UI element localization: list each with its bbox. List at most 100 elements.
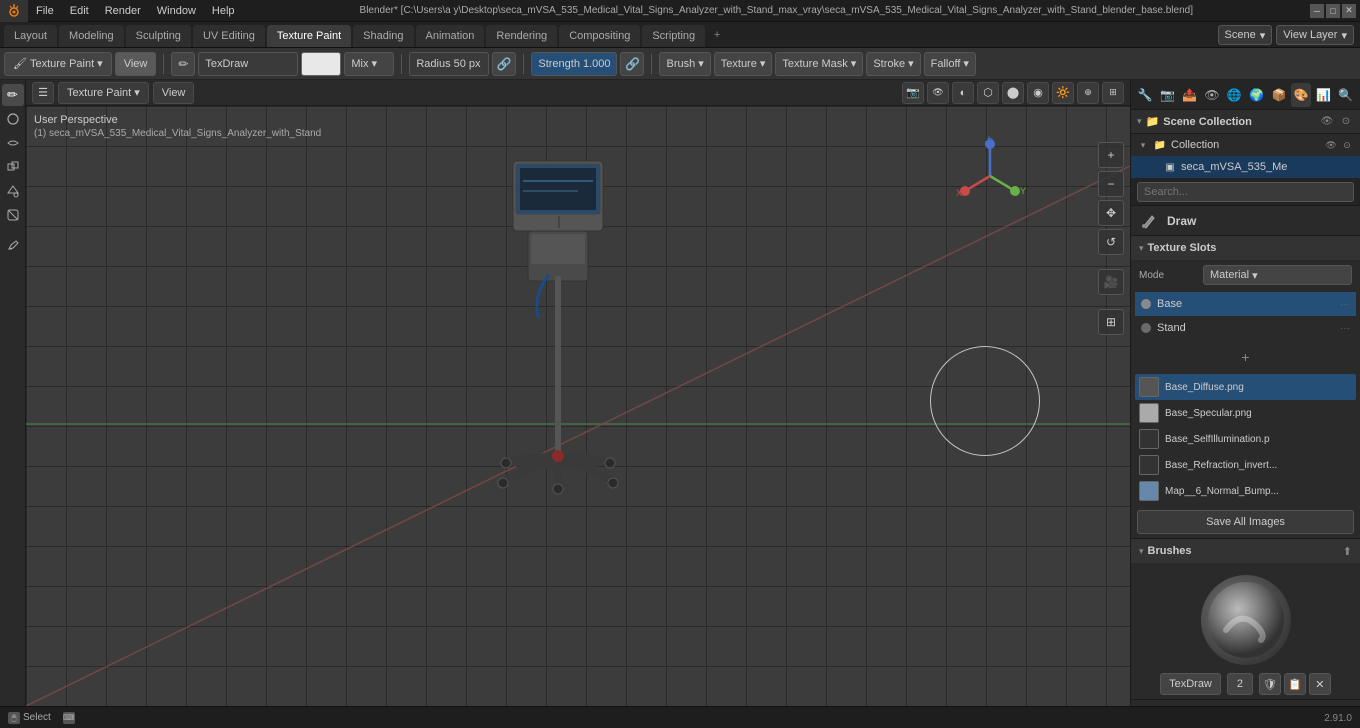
- rp-search-icon[interactable]: 🔍: [1336, 83, 1356, 107]
- menu-render[interactable]: Render: [97, 0, 149, 22]
- strength-lock-icon[interactable]: 🔗: [620, 52, 644, 76]
- rp-output-icon[interactable]: 📤: [1180, 83, 1200, 107]
- tab-sculpting[interactable]: Sculpting: [126, 25, 191, 47]
- viewport-material-icon[interactable]: ◉: [1027, 82, 1049, 104]
- brush-copy-icon[interactable]: 📋: [1284, 673, 1306, 695]
- slot-base[interactable]: Base ···: [1135, 292, 1356, 316]
- tool-draw[interactable]: ✏: [2, 84, 24, 106]
- zoom-in-icon[interactable]: +: [1098, 142, 1124, 168]
- view-layer-selector[interactable]: View Layer ▾: [1276, 25, 1354, 45]
- menu-help[interactable]: Help: [204, 0, 243, 22]
- viewport-render-icon[interactable]: 🔆: [1052, 82, 1074, 104]
- grid-toggle-icon[interactable]: ⊞: [1098, 309, 1124, 335]
- texture-slots-header[interactable]: ▾ Texture Slots: [1131, 236, 1360, 260]
- menu-edit[interactable]: Edit: [62, 0, 97, 22]
- minimize-button[interactable]: ─: [1310, 4, 1324, 18]
- radius-lock-icon[interactable]: 🔗: [492, 52, 516, 76]
- rp-render-icon[interactable]: 📷: [1157, 83, 1177, 107]
- viewport-shading-icon[interactable]: ◐: [952, 82, 974, 104]
- add-texture-slot-button[interactable]: +: [1237, 348, 1255, 366]
- brush-close-icon[interactable]: ✕: [1309, 673, 1331, 695]
- viewport-solid-icon[interactable]: ⬤: [1002, 82, 1024, 104]
- tab-scripting[interactable]: Scripting: [642, 25, 705, 47]
- scene-selector[interactable]: Scene ▾: [1218, 25, 1273, 45]
- viewport-gizmo[interactable]: Z Y X: [950, 136, 1030, 219]
- viewport-wire-icon[interactable]: ⬡: [977, 82, 999, 104]
- collection-item[interactable]: ▾ 📁 Collection 👁 ⊙: [1131, 134, 1360, 156]
- brush-type-button[interactable]: ✏: [171, 52, 195, 76]
- view-button[interactable]: View: [115, 52, 157, 76]
- tab-modeling[interactable]: Modeling: [59, 25, 124, 47]
- texture-item-0[interactable]: Base_Diffuse.png: [1135, 374, 1356, 400]
- search-input[interactable]: [1137, 182, 1354, 202]
- scene-collection-header[interactable]: ▾ 📁 Scene Collection 👁 ⊙: [1131, 110, 1360, 134]
- col-select-icon[interactable]: ⊙: [1340, 138, 1354, 152]
- zoom-out-icon[interactable]: −: [1098, 171, 1124, 197]
- viewport-mode-label[interactable]: Texture Paint ▾: [58, 82, 149, 104]
- tab-uv-editing[interactable]: UV Editing: [193, 25, 265, 47]
- tab-shading[interactable]: Shading: [353, 25, 413, 47]
- rp-material-icon[interactable]: 🎨: [1291, 83, 1311, 107]
- col-vis-icon[interactable]: 👁: [1324, 138, 1338, 152]
- sc-select-icon[interactable]: ⊙: [1338, 114, 1354, 130]
- texture-item-3[interactable]: Base_Refraction_invert...: [1135, 452, 1356, 478]
- color-swatch[interactable]: [301, 52, 341, 76]
- tool-soften[interactable]: [2, 108, 24, 130]
- brush-shield-icon[interactable]: 🛡: [1259, 673, 1281, 695]
- tool-mask[interactable]: [2, 204, 24, 226]
- rp-world-icon[interactable]: 🌍: [1246, 83, 1266, 107]
- texture-mask-dropdown[interactable]: Texture Mask ▾: [775, 52, 863, 76]
- close-button[interactable]: ✕: [1342, 4, 1356, 18]
- viewport-view-button[interactable]: View: [153, 82, 195, 104]
- viewport-canvas[interactable]: User Perspective (1) seca_mVSA_535_Medic…: [26, 106, 1130, 706]
- brush-dropdown[interactable]: Brush ▾: [659, 52, 710, 76]
- rp-data-icon[interactable]: 📊: [1313, 83, 1333, 107]
- tab-compositing[interactable]: Compositing: [559, 25, 640, 47]
- tab-animation[interactable]: Animation: [416, 25, 485, 47]
- blend-mode-dropdown[interactable]: Mix ▾: [344, 52, 394, 76]
- app-logo[interactable]: [0, 0, 28, 22]
- mode-value[interactable]: Material ▾: [1203, 265, 1352, 285]
- texture-item-4[interactable]: Map__6_Normal_Bump...: [1135, 478, 1356, 504]
- tab-layout[interactable]: Layout: [4, 25, 57, 47]
- tab-rendering[interactable]: Rendering: [486, 25, 557, 47]
- tab-texture-paint[interactable]: Texture Paint: [267, 25, 351, 47]
- stroke-dropdown[interactable]: Stroke ▾: [866, 52, 920, 76]
- texture-item-1[interactable]: Base_Specular.png: [1135, 400, 1356, 426]
- object-item[interactable]: ▣ seca_mVSA_535_Me: [1131, 156, 1360, 178]
- viewport-camera-icon[interactable]: 📷: [902, 82, 924, 104]
- tool-clone[interactable]: [2, 156, 24, 178]
- slot-stand[interactable]: Stand ···: [1135, 316, 1356, 340]
- maximize-button[interactable]: □: [1326, 4, 1340, 18]
- rp-view-icon[interactable]: 👁: [1202, 83, 1222, 107]
- radius-field[interactable]: Radius 50 px: [409, 52, 489, 76]
- rp-tool-icon[interactable]: 🔧: [1135, 83, 1155, 107]
- rp-scene-icon[interactable]: 🌐: [1224, 83, 1244, 107]
- tool-smear[interactable]: [2, 132, 24, 154]
- strength-field[interactable]: Strength 1.000: [531, 52, 617, 76]
- texture-item-2[interactable]: Base_SelfIllumination.p: [1135, 426, 1356, 452]
- menu-window[interactable]: Window: [149, 0, 204, 22]
- mouse-icon: 🖱: [8, 712, 20, 724]
- viewport-show-icon[interactable]: 👁: [927, 82, 949, 104]
- add-workspace-button[interactable]: +: [707, 25, 727, 45]
- pan-icon[interactable]: ✥: [1098, 200, 1124, 226]
- brush-name-display[interactable]: TexDraw: [1160, 673, 1221, 695]
- sc-exclude-icon[interactable]: 👁: [1319, 114, 1335, 130]
- save-all-images-button[interactable]: Save All Images: [1137, 510, 1354, 534]
- viewport-overlays-icon[interactable]: ⊕: [1077, 82, 1099, 104]
- viewport-menu-button[interactable]: ☰: [32, 82, 54, 104]
- texture-dropdown[interactable]: Texture ▾: [714, 52, 773, 76]
- menu-file[interactable]: File: [28, 0, 62, 22]
- tool-annotate[interactable]: [2, 234, 24, 256]
- viewport-grid-icon[interactable]: ⊞: [1102, 82, 1124, 104]
- brushes-header[interactable]: ▾ Brushes ⬆: [1131, 539, 1360, 563]
- falloff-dropdown[interactable]: Falloff ▾: [924, 52, 976, 76]
- brushes-expand-icon[interactable]: ⬆: [1343, 545, 1352, 558]
- camera-toggle-icon[interactable]: 🎥: [1098, 269, 1124, 295]
- tool-fill[interactable]: [2, 180, 24, 202]
- brush-name-input[interactable]: TexDraw: [198, 52, 298, 76]
- rp-object-icon[interactable]: 📦: [1269, 83, 1289, 107]
- orbit-icon[interactable]: ↺: [1098, 229, 1124, 255]
- mode-selector[interactable]: 🖌 Texture Paint ▾: [4, 52, 112, 76]
